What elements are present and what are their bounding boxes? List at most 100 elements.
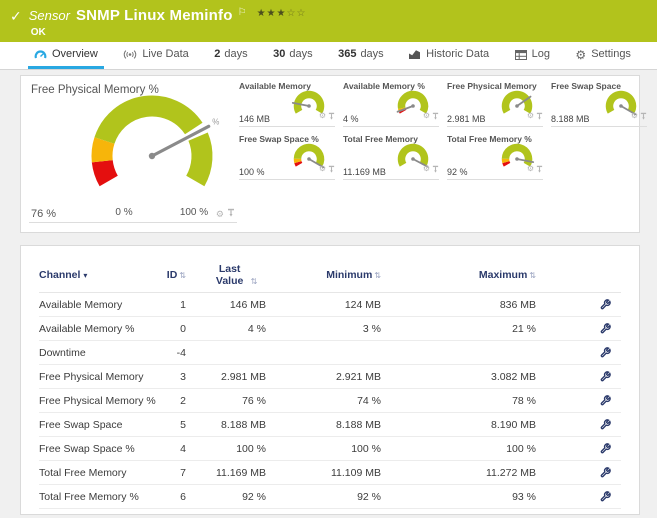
cell-maximum: 93 % [512, 490, 536, 503]
gauge-settings-icon[interactable]: ⚙ [527, 112, 534, 120]
cell-minimum: 8.188 MB [336, 418, 381, 431]
small-gauge-value: 146 MB [239, 114, 271, 124]
pin-icon[interactable] [432, 160, 439, 178]
pin-icon[interactable] [640, 107, 647, 125]
cell-channel: Downtime [39, 346, 86, 359]
cell-last-value: 4 % [247, 322, 266, 335]
channel-row-free-physical-memory: Free Physical Memory 3 2.981 MB 2.921 MB 3.0… [39, 365, 621, 389]
column-header-maximum[interactable]: Maximum ⇅ [389, 269, 544, 281]
pin-icon[interactable] [227, 208, 235, 220]
small-gauge-available-memory: Available Memory % 4 % ⚙ [343, 81, 439, 127]
cell-maximum: 836 MB [499, 298, 536, 311]
tab-label: Historic Data [426, 48, 490, 60]
cell-minimum: 11.109 MB [330, 466, 381, 479]
cell-channel: Free Physical Memory % [39, 394, 156, 407]
channel-settings-wrench-icon[interactable] [600, 347, 611, 358]
column-header-last-value[interactable]: Last Value ⇅ [194, 263, 274, 287]
cell-last-value: 146 MB [229, 298, 266, 311]
channel-settings-wrench-icon[interactable] [600, 443, 611, 454]
gauge-settings-icon[interactable]: ⚙ [527, 165, 534, 173]
tab-label: Live Data [142, 48, 189, 60]
pin-icon[interactable] [536, 160, 543, 178]
channel-row-free-swap-space: Free Swap Space % 4 100 % 100 % 100 % [39, 437, 621, 461]
cell-minimum: 124 MB [344, 298, 381, 311]
cell-maximum: 3.082 MB [491, 370, 536, 383]
flag-icon[interactable]: ⚐ [238, 7, 247, 18]
sort-icon: ⇅ [529, 271, 536, 280]
pin-icon[interactable] [328, 160, 335, 178]
pin-icon[interactable] [432, 107, 439, 125]
content-area: Free Physical Memory % % 76 % 0 % 100 % … [0, 70, 657, 515]
column-header-id[interactable]: ID ⇅ [164, 269, 194, 281]
main-gauge-value: 76 % [31, 208, 57, 220]
tab-historic-data[interactable]: Historic Data [403, 42, 495, 69]
cell-id: 0 [180, 322, 186, 335]
small-gauge-free-physical-memory: Free Physical Memory 2.981 MB ⚙ [447, 81, 543, 127]
channel-row-total-free-memory: Total Free Memory 7 11.169 MB 11.109 MB 11.2… [39, 461, 621, 485]
tab-log[interactable]: Log [509, 42, 556, 69]
cell-last-value: 8.188 MB [221, 418, 266, 431]
main-gauge: Free Physical Memory % % 76 % 0 % 100 % … [29, 82, 237, 223]
sensor-type-label: Sensor [28, 8, 70, 23]
tab-30-days[interactable]: 30 days [267, 42, 319, 69]
channel-settings-wrench-icon[interactable] [600, 491, 611, 502]
tab-label: Settings [591, 48, 631, 60]
column-header-minimum[interactable]: Minimum ⇅ [274, 269, 389, 281]
small-gauge-free-swap-space: Free Swap Space % 100 % ⚙ [239, 134, 335, 180]
small-gauge-value: 100 % [239, 167, 265, 177]
cell-last-value: 100 % [236, 442, 266, 455]
tab-overview[interactable]: Overview [28, 42, 104, 69]
column-header-channel[interactable]: Channel ▾ [39, 269, 164, 281]
pin-icon[interactable] [536, 107, 543, 125]
stars-empty: ☆☆ [286, 8, 307, 19]
tab-number: 365 [338, 48, 357, 60]
gauge-settings-icon[interactable]: ⚙ [631, 112, 638, 120]
channel-settings-wrench-icon[interactable] [600, 371, 611, 382]
channel-row-downtime: Downtime -4 [39, 341, 621, 365]
cell-channel: Total Free Memory % [39, 490, 139, 503]
channel-settings-wrench-icon[interactable] [600, 419, 611, 430]
tab-365-days[interactable]: 365 days [332, 42, 390, 69]
cell-id: 2 [180, 394, 186, 407]
gauge-settings-icon[interactable]: ⚙ [423, 165, 430, 173]
small-gauge-value: 11.169 MB [343, 167, 386, 177]
svg-text:%: % [212, 118, 219, 127]
channel-settings-wrench-icon[interactable] [600, 467, 611, 478]
cell-channel: Free Physical Memory [39, 370, 144, 383]
channel-settings-wrench-icon[interactable] [600, 323, 611, 334]
channel-row-free-swap-space: Free Swap Space 5 8.188 MB 8.188 MB 8.190 MB [39, 413, 621, 437]
sort-icon: ⇅ [374, 271, 381, 280]
channel-row-available-memory: Available Memory % 0 4 % 3 % 21 % [39, 317, 621, 341]
channel-row-free-physical-memory: Free Physical Memory % 2 76 % 74 % 78 % [39, 389, 621, 413]
cell-last-value: 11.169 MB [215, 466, 266, 479]
priority-stars[interactable]: ★★★☆☆ [257, 8, 307, 19]
cell-id: 3 [180, 370, 186, 383]
gauge-settings-icon[interactable]: ⚙ [216, 209, 224, 219]
cell-channel: Total Free Memory [39, 466, 127, 479]
gauge-settings-icon[interactable]: ⚙ [319, 165, 326, 173]
cell-last-value: 2.981 MB [221, 370, 266, 383]
overview-panel: Free Physical Memory % % 76 % 0 % 100 % … [20, 75, 647, 233]
tab-live-data[interactable]: Live Data [117, 42, 194, 69]
sensor-title-block: Sensor SNMP Linux Meminfo ⚐ ★★★☆☆ OK [29, 7, 307, 38]
tab-label: days [360, 48, 384, 60]
cell-id: -4 [176, 346, 186, 359]
small-gauge-value: 4 % [343, 114, 359, 124]
gear-icon: ⚙ [575, 47, 587, 62]
channel-settings-wrench-icon[interactable] [600, 395, 611, 406]
sort-icon: ⇅ [179, 271, 186, 280]
tab-settings[interactable]: ⚙ Settings [569, 42, 637, 69]
pin-icon[interactable] [328, 107, 335, 125]
gauge-settings-icon[interactable]: ⚙ [423, 112, 430, 120]
gauge-settings-icon[interactable]: ⚙ [319, 112, 326, 120]
tab-label: Overview [52, 48, 98, 60]
tab-2-days[interactable]: 2 days [208, 42, 253, 69]
tab-label: days [224, 48, 248, 60]
cell-id: 5 [180, 418, 186, 431]
sensor-title: SNMP Linux Meminfo [75, 7, 233, 24]
channel-settings-wrench-icon[interactable] [600, 299, 611, 310]
cell-channel: Free Swap Space % [39, 442, 135, 455]
gauge-icon [34, 49, 47, 60]
main-gauge-max-label: 100 % [179, 207, 209, 218]
cell-id: 4 [180, 442, 186, 455]
